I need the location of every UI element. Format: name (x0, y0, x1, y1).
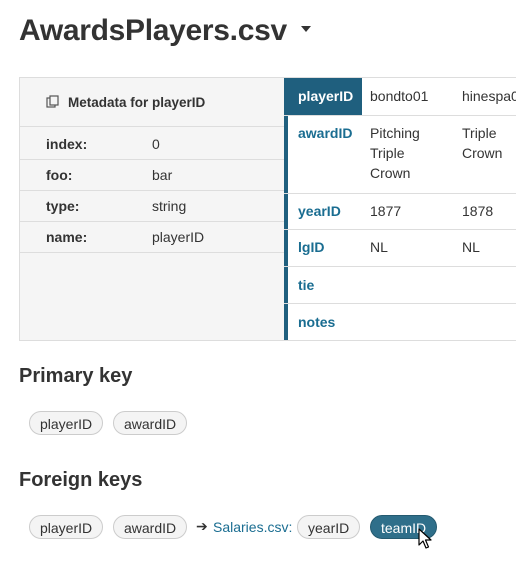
metadata-row: name: playerID (20, 222, 284, 253)
copy-icon (46, 95, 59, 108)
data-preview-table: playerID awardID yearID lgID tie notes b… (284, 78, 516, 340)
column-header-yearID[interactable]: yearID (298, 203, 341, 219)
metadata-value: string (152, 198, 187, 214)
table-cell: Crown (462, 145, 503, 161)
table-cell: 1878 (462, 203, 494, 219)
table-cell: bondto01 (370, 88, 429, 104)
table-cell: Pitching (370, 125, 420, 141)
metadata-value: playerID (152, 229, 205, 245)
table-cell: NL (462, 239, 480, 255)
metadata-header: Metadata for playerID (20, 78, 284, 127)
table-cell: Crown (370, 165, 411, 181)
metadata-key: type: (46, 198, 80, 214)
metadata-value: bar (152, 167, 173, 183)
schema-panel: Metadata for playerID index: 0 foo: bar … (19, 77, 516, 341)
primary-key-field[interactable]: awardID (113, 411, 188, 435)
column-header-notes[interactable]: notes (298, 314, 335, 330)
metadata-key: foo: (46, 167, 73, 183)
foreign-key-field[interactable]: awardID (113, 515, 188, 539)
column-header-playerID[interactable]: playerID (284, 78, 362, 115)
metadata-panel: Metadata for playerID index: 0 foo: bar … (20, 78, 284, 340)
primary-key-field[interactable]: playerID (29, 411, 104, 435)
metadata-row: foo: bar (20, 160, 284, 191)
foreign-key-target-link[interactable]: Salaries.csv: (213, 519, 292, 535)
page-title-text: AwardsPlayers.csv (19, 14, 287, 47)
foreign-keys-heading: Foreign keys (19, 469, 143, 491)
table-cell: 1877 (370, 203, 402, 219)
table-cell: Triple (462, 125, 497, 141)
metadata-key: name: (46, 229, 88, 245)
metadata-row: index: 0 (20, 129, 284, 160)
chevron-down-icon[interactable] (300, 26, 311, 33)
table-cell: Triple (370, 145, 405, 161)
foreign-key-target-field[interactable]: yearID (297, 515, 361, 539)
metadata-title: Metadata for playerID (68, 94, 206, 110)
primary-key-heading: Primary key (19, 365, 133, 387)
table-cell: NL (370, 239, 388, 255)
metadata-row: type: string (20, 191, 284, 222)
foreign-key-field[interactable]: playerID (29, 515, 104, 539)
mouse-pointer-icon (418, 528, 432, 549)
page-title[interactable]: AwardsPlayers.csv (19, 14, 311, 48)
arrow-right-icon: ➔ (196, 518, 208, 534)
column-header-tie[interactable]: tie (298, 277, 314, 293)
column-header-lgID[interactable]: lgID (298, 239, 324, 255)
metadata-key: index: (46, 136, 88, 152)
table-cell: hinespa0 (462, 88, 516, 104)
metadata-value: 0 (152, 136, 160, 152)
column-header-awardID[interactable]: awardID (298, 125, 352, 141)
